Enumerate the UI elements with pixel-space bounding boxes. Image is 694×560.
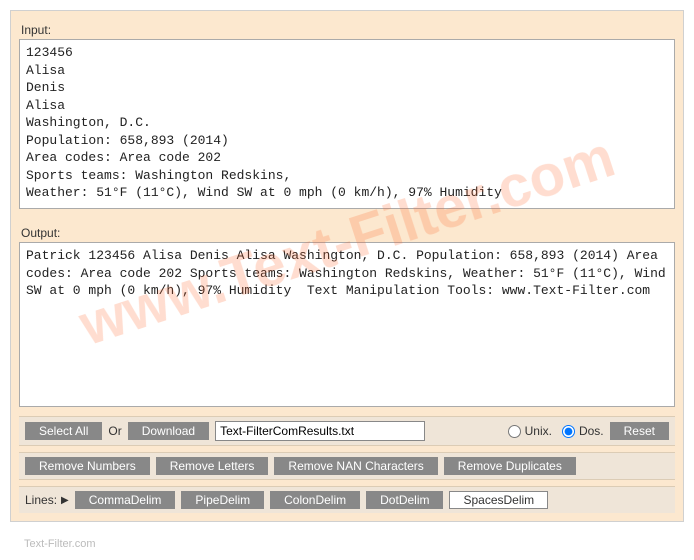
toolbar-download: Select All Or Download Unix. Dos. Reset xyxy=(19,416,675,446)
dos-radio-label[interactable]: Dos. xyxy=(558,424,604,438)
input-textarea[interactable] xyxy=(19,39,675,209)
dot-delim-button[interactable]: DotDelim xyxy=(366,491,443,509)
pipe-delim-button[interactable]: PipeDelim xyxy=(181,491,264,509)
colon-delim-button[interactable]: ColonDelim xyxy=(270,491,360,509)
output-textarea[interactable] xyxy=(19,242,675,407)
remove-duplicates-button[interactable]: Remove Duplicates xyxy=(444,457,576,475)
or-label: Or xyxy=(108,424,121,438)
comma-delim-button[interactable]: CommaDelim xyxy=(75,491,176,509)
remove-nan-button[interactable]: Remove NAN Characters xyxy=(274,457,437,475)
dos-radio[interactable] xyxy=(562,425,575,438)
unix-text: Unix. xyxy=(525,424,552,438)
toolbar-delim: Lines: ▶ CommaDelim PipeDelim ColonDelim… xyxy=(19,486,675,513)
toolbar-remove: Remove Numbers Remove Letters Remove NAN… xyxy=(19,452,675,480)
input-label: Input: xyxy=(21,23,675,37)
output-label: Output: xyxy=(21,226,675,240)
arrow-icon: ▶ xyxy=(61,495,69,506)
dos-text: Dos. xyxy=(579,424,604,438)
reset-button[interactable]: Reset xyxy=(610,422,669,440)
unix-radio-label[interactable]: Unix. xyxy=(504,424,552,438)
remove-numbers-button[interactable]: Remove Numbers xyxy=(25,457,150,475)
lines-label: Lines: ▶ xyxy=(25,493,69,507)
footer-credit: Text-Filter.com xyxy=(0,532,694,550)
unix-radio[interactable] xyxy=(508,425,521,438)
download-button[interactable]: Download xyxy=(128,422,209,440)
spaces-delim-button[interactable]: SpacesDelim xyxy=(449,491,548,509)
filename-input[interactable] xyxy=(215,421,425,441)
remove-letters-button[interactable]: Remove Letters xyxy=(156,457,269,475)
select-all-button[interactable]: Select All xyxy=(25,422,102,440)
